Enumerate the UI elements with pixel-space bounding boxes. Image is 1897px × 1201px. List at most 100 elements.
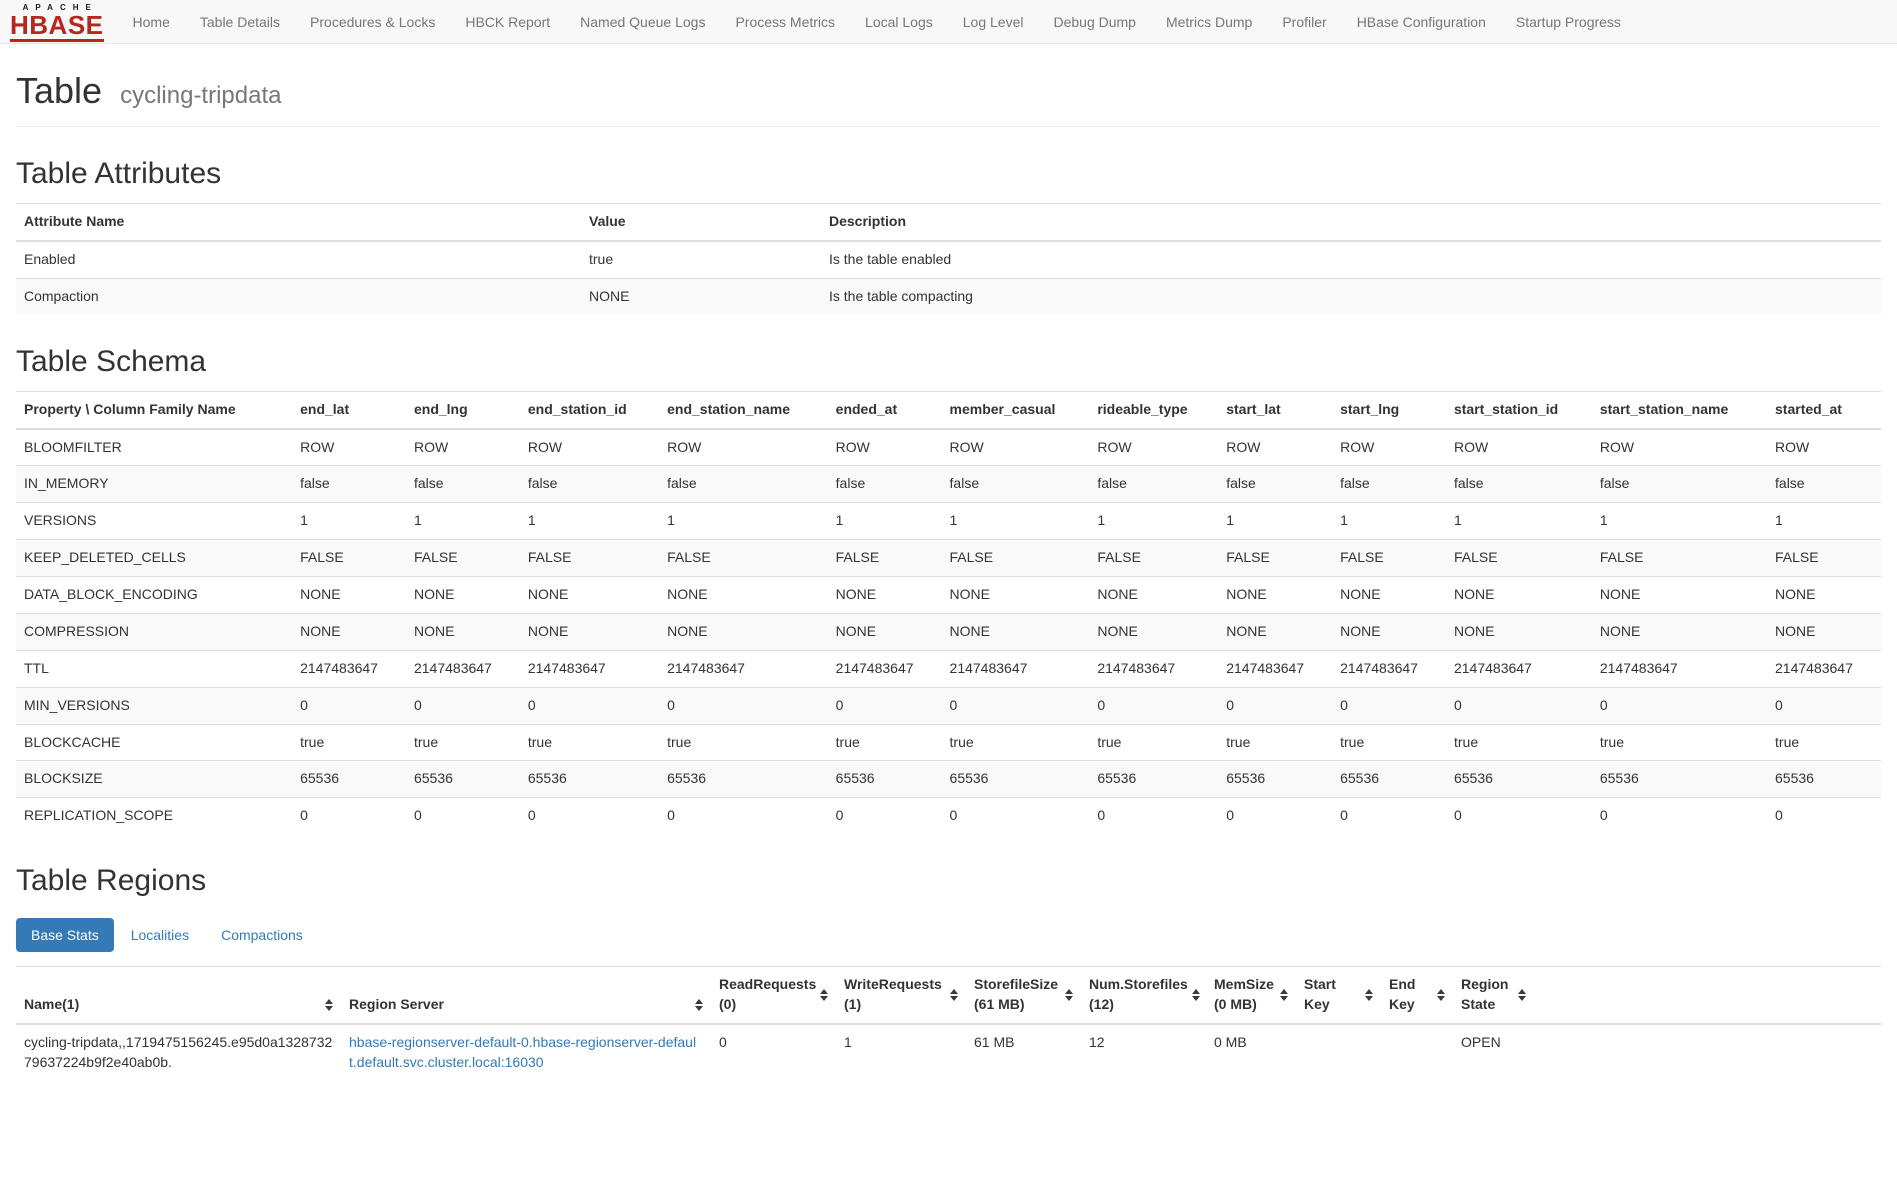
schema-value-cell: 0	[1332, 798, 1446, 834]
schema-row-data-block-encoding: DATA_BLOCK_ENCODINGNONENONENONENONENONEN…	[16, 577, 1881, 614]
attributes-row: EnabledtrueIs the table enabled	[16, 241, 1881, 278]
nav-item-named-queue-logs[interactable]: Named Queue Logs	[565, 0, 720, 44]
attributes-table: Attribute NameValueDescription Enabledtr…	[16, 203, 1881, 315]
schema-value-cell: NONE	[1089, 577, 1218, 614]
regions-column-header-region-state[interactable]: Region State	[1453, 967, 1534, 1024]
schema-row-compression: COMPRESSIONNONENONENONENONENONENONENONEN…	[16, 613, 1881, 650]
hbase-logo[interactable]: APACHE HBASE	[10, 1, 104, 41]
nav-item-local-logs[interactable]: Local Logs	[850, 0, 948, 44]
schema-value-cell: FALSE	[292, 540, 406, 577]
attributes-row: CompactionNONEIs the table compacting	[16, 278, 1881, 314]
schema-value-cell: false	[1767, 466, 1881, 503]
attribute-value-cell: true	[581, 241, 821, 278]
schema-column-header-end-lng: end_lng	[406, 391, 520, 428]
nav-item-process-metrics[interactable]: Process Metrics	[720, 0, 850, 44]
region-name-cell: cycling-tripdata,,1719475156245.e95d0a13…	[16, 1024, 341, 1081]
schema-column-header-member-casual: member_casual	[942, 391, 1090, 428]
regions-column-header-storefilesize-61-mb[interactable]: StorefileSize (61 MB)	[966, 967, 1081, 1024]
schema-value-cell: 65536	[406, 761, 520, 798]
regions-column-header-end-key[interactable]: End Key	[1381, 967, 1453, 1024]
region-read-requests-cell: 0	[711, 1024, 836, 1081]
regions-column-header-name-1[interactable]: Name(1)	[16, 967, 341, 1024]
schema-value-cell: true	[1218, 724, 1332, 761]
schema-value-cell: NONE	[659, 577, 828, 614]
schema-value-cell: ROW	[1767, 429, 1881, 466]
attribute-description-cell: Is the table compacting	[821, 278, 1881, 314]
schema-value-cell: NONE	[520, 577, 659, 614]
schema-value-cell: ROW	[406, 429, 520, 466]
schema-value-cell: NONE	[1592, 613, 1767, 650]
schema-value-cell: 65536	[1332, 761, 1446, 798]
schema-value-cell: 2147483647	[1767, 650, 1881, 687]
schema-row-blocksize: BLOCKSIZE6553665536655366553665536655366…	[16, 761, 1881, 798]
nav-item-debug-dump[interactable]: Debug Dump	[1038, 0, 1151, 44]
column-header-label: WriteRequests (1)	[844, 975, 946, 1015]
schema-value-cell: NONE	[406, 577, 520, 614]
region-server-link[interactable]: hbase-regionserver-default-0.hbase-regio…	[349, 1034, 696, 1070]
schema-value-cell: 2147483647	[406, 650, 520, 687]
nav-item-table-details[interactable]: Table Details	[185, 0, 295, 44]
schema-value-cell: 65536	[292, 761, 406, 798]
title-divider	[16, 126, 1881, 127]
attribute-name-cell: Enabled	[16, 241, 581, 278]
column-header-label: Region State	[1461, 975, 1514, 1015]
schema-value-cell: FALSE	[828, 540, 942, 577]
nav-item-metrics-dump[interactable]: Metrics Dump	[1151, 0, 1267, 44]
nav-menu: HomeTable DetailsProcedures & LocksHBCK …	[118, 0, 1636, 44]
nav-item-startup-progress[interactable]: Startup Progress	[1501, 0, 1636, 44]
schema-column-header-end-station-id: end_station_id	[520, 391, 659, 428]
schema-value-cell: ROW	[1332, 429, 1446, 466]
regions-tabs: Base StatsLocalitiesCompactions	[16, 918, 1881, 952]
attributes-header-row: Attribute NameValueDescription	[16, 204, 1881, 241]
regions-column-header-writerequests-1[interactable]: WriteRequests (1)	[836, 967, 966, 1024]
nav-item-home[interactable]: Home	[118, 0, 185, 44]
regions-column-header-region-server[interactable]: Region Server	[341, 967, 711, 1024]
regions-column-header-readrequests-0[interactable]: ReadRequests (0)	[711, 967, 836, 1024]
schema-value-cell: NONE	[828, 613, 942, 650]
schema-value-cell: FALSE	[520, 540, 659, 577]
region-start-key-cell	[1296, 1024, 1381, 1081]
schema-value-cell: 0	[406, 687, 520, 724]
schema-value-cell: 0	[1332, 687, 1446, 724]
schema-value-cell: 65536	[828, 761, 942, 798]
tab-base-stats[interactable]: Base Stats	[16, 918, 114, 952]
nav-item-hbase-configuration[interactable]: HBase Configuration	[1342, 0, 1501, 44]
region-row: cycling-tripdata,,1719475156245.e95d0a13…	[16, 1024, 1881, 1081]
schema-value-cell: 65536	[1218, 761, 1332, 798]
schema-value-cell: 2147483647	[1446, 650, 1592, 687]
nav-item-profiler[interactable]: Profiler	[1267, 0, 1341, 44]
attributes-table-head: Attribute NameValueDescription	[16, 204, 1881, 241]
sort-icon	[325, 999, 333, 1011]
schema-row-in-memory: IN_MEMORYfalsefalsefalsefalsefalsefalsef…	[16, 466, 1881, 503]
region-mem-size-cell: 0 MB	[1206, 1024, 1296, 1081]
region-end-key-cell	[1381, 1024, 1453, 1081]
schema-value-cell: 65536	[659, 761, 828, 798]
schema-value-cell: 1	[1089, 503, 1218, 540]
nav-item-procedures-locks[interactable]: Procedures & Locks	[295, 0, 450, 44]
regions-header-row: Name(1)Region ServerReadRequests (0)Writ…	[16, 967, 1881, 1024]
attributes-column-header-description: Description	[821, 204, 1881, 241]
schema-value-cell: 0	[659, 687, 828, 724]
region-state-cell: OPEN	[1453, 1024, 1534, 1081]
schema-value-cell: 0	[1592, 798, 1767, 834]
regions-column-header-start-key[interactable]: Start Key	[1296, 967, 1381, 1024]
schema-value-cell: 1	[1592, 503, 1767, 540]
page-title-text: Table	[16, 70, 102, 111]
schema-value-cell: FALSE	[1218, 540, 1332, 577]
schema-value-cell: 1	[828, 503, 942, 540]
tab-localities[interactable]: Localities	[116, 918, 204, 952]
schema-value-cell: 1	[1767, 503, 1881, 540]
schema-value-cell: 0	[828, 687, 942, 724]
schema-value-cell: 2147483647	[520, 650, 659, 687]
regions-column-header-num-storefiles-12[interactable]: Num.Storefiles (12)	[1081, 967, 1206, 1024]
regions-column-header-memsize-0-mb[interactable]: MemSize (0 MB)	[1206, 967, 1296, 1024]
schema-value-cell: FALSE	[406, 540, 520, 577]
schema-value-cell: 1	[406, 503, 520, 540]
nav-item-hbck-report[interactable]: HBCK Report	[450, 0, 565, 44]
tab-compactions[interactable]: Compactions	[206, 918, 318, 952]
sort-icon	[1365, 989, 1373, 1001]
schema-value-cell: 0	[406, 798, 520, 834]
schema-header-row: Property \ Column Family Nameend_latend_…	[16, 391, 1881, 428]
nav-item-log-level[interactable]: Log Level	[948, 0, 1039, 44]
schema-column-header-start-station-name: start_station_name	[1592, 391, 1767, 428]
